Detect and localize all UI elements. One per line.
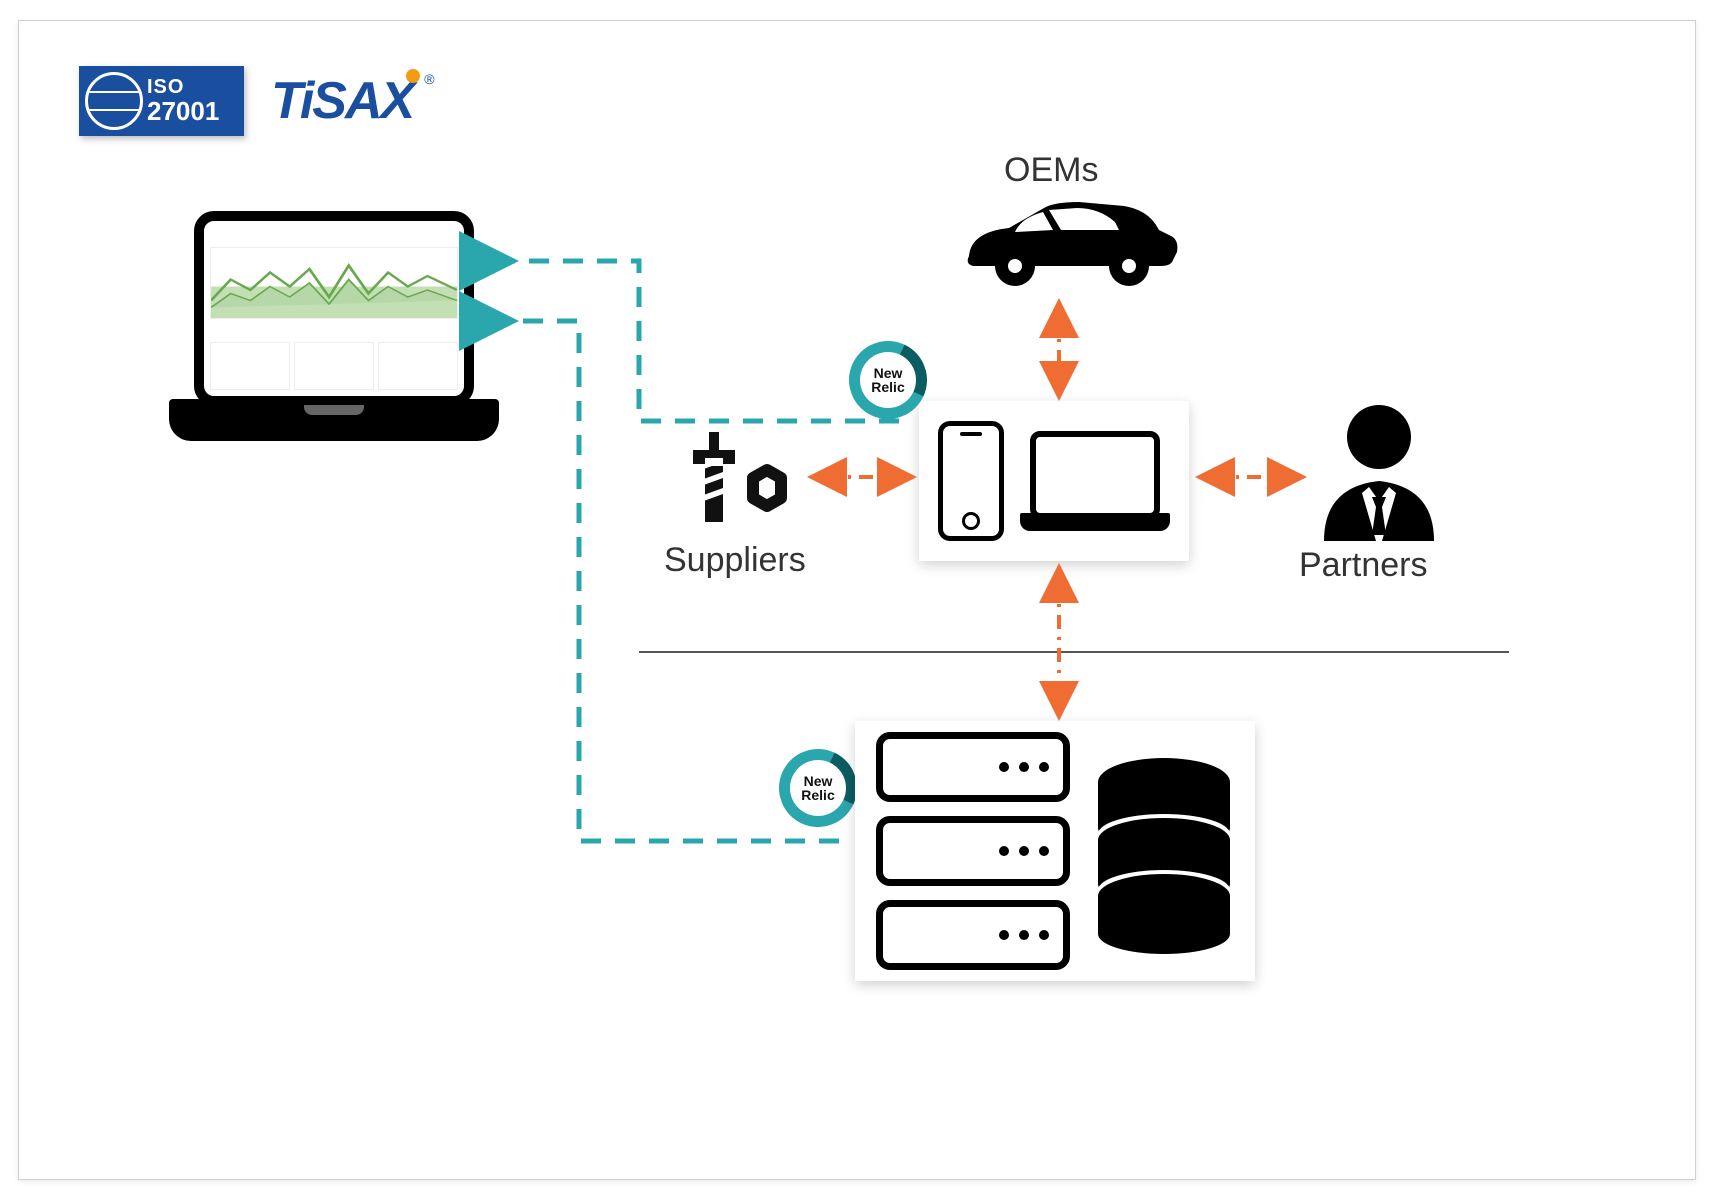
oems-label: OEMs <box>1004 151 1098 190</box>
tisax-dot-icon <box>406 69 420 83</box>
tisax-badge: TiSAX ® <box>271 71 433 131</box>
suppliers-label: Suppliers <box>664 541 806 580</box>
new-relic-badge-bottom: New Relic <box>779 749 857 827</box>
database-icon <box>1094 756 1234 946</box>
iso-27001-badge: ISO 27001 <box>79 66 244 136</box>
server-rack-icon <box>876 732 1070 970</box>
new-relic-text: New Relic <box>860 352 916 408</box>
connector-devices-to-monitor <box>509 261 899 421</box>
car-icon <box>949 196 1179 286</box>
backend-servers-card <box>855 721 1255 981</box>
dashboard-mini-panels <box>210 342 458 390</box>
client-devices-card <box>919 401 1189 561</box>
iso-number: 27001 <box>147 97 219 126</box>
laptop-base <box>169 399 499 441</box>
laptop-small-icon <box>1020 431 1170 531</box>
tool-nut-icon <box>679 416 789 526</box>
globe-icon <box>85 72 143 130</box>
connectors-layer <box>19 21 1695 1179</box>
tisax-text: TiSAX <box>271 72 413 130</box>
new-relic-text: New Relic <box>790 760 846 816</box>
dashboard-chart-icon <box>210 247 458 319</box>
monitoring-laptop-icon <box>169 211 499 441</box>
laptop-screen <box>194 211 474 406</box>
new-relic-badge-top: New Relic <box>849 341 927 419</box>
diagram-page: ISO 27001 TiSAX ® OEMs <box>0 0 1714 1200</box>
smartphone-icon <box>938 421 1004 541</box>
registered-mark: ® <box>424 71 432 87</box>
partners-label: Partners <box>1299 546 1428 585</box>
person-icon <box>1314 401 1444 541</box>
diagram-frame: ISO 27001 TiSAX ® OEMs <box>18 20 1696 1180</box>
iso-label: ISO <box>147 77 219 97</box>
horizontal-divider <box>639 651 1509 653</box>
